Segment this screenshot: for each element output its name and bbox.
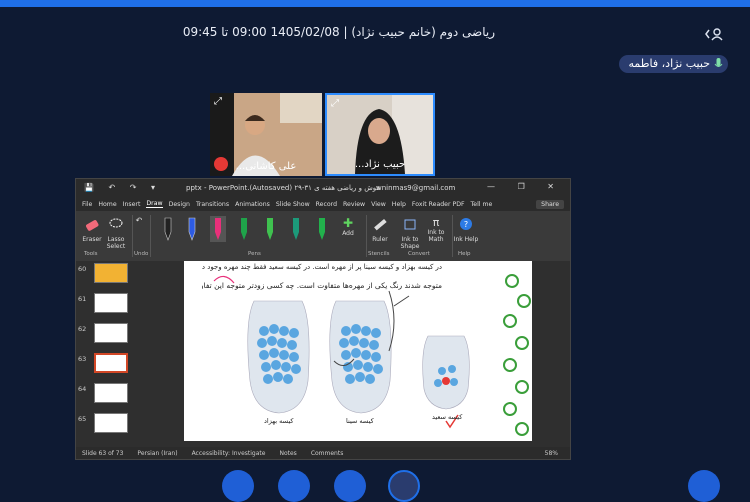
toolbar-button[interactable] (278, 470, 310, 502)
quick-access-toolbar[interactable]: 💾 ↶ ↷ ▾ (84, 183, 161, 192)
thumb-number: 65 (78, 415, 87, 423)
lasso-tool[interactable]: Lasso Select (102, 216, 130, 250)
toolbar-button[interactable] (334, 470, 366, 502)
participant-tile-active[interactable]: ⤢ حبیب نژاد... (325, 93, 435, 176)
pen-red-selected[interactable] (210, 216, 226, 242)
pen-green-2[interactable] (314, 216, 330, 242)
menu-foxit[interactable]: Foxit Reader PDF (412, 201, 465, 208)
slide-canvas[interactable]: در کیسه بهزاد و کیسه سینا پر از مهره است… (184, 261, 532, 441)
group-label-undo: Undo (134, 251, 149, 257)
thumb-number: 60 (78, 265, 87, 273)
share-button[interactable]: Share (536, 199, 564, 209)
window-controls[interactable]: — ❐ ✕ (487, 182, 564, 191)
pen-lime[interactable] (262, 216, 278, 242)
slide-illustration (184, 261, 531, 441)
ink-help-tool[interactable]: ? Ink Help (452, 216, 480, 243)
language-indicator[interactable]: Persian (Iran) (137, 450, 177, 457)
participant-tile[interactable]: ⤢ علی کاشانی... (210, 93, 322, 176)
toolbar-button[interactable] (222, 470, 254, 502)
undo-icon[interactable]: ↶ (132, 216, 146, 225)
ppt-statusbar: Slide 63 of 73 Persian (Iran) Accessibil… (76, 447, 570, 459)
menu-view[interactable]: View (371, 201, 386, 208)
slide-thumbnail[interactable] (94, 263, 128, 283)
menu-slideshow[interactable]: Slide Show (276, 201, 310, 208)
expand-icon[interactable]: ⤢ (331, 98, 339, 109)
slide-thumbnails: 60 61 62 63 64 65 (76, 261, 136, 448)
expand-icon[interactable]: ⤢ (214, 96, 222, 107)
menu-draw[interactable]: Draw (146, 200, 163, 208)
session-header: ریاضی دوم (خانم حبیب نژاد) | 1405/02/08 … (0, 7, 750, 47)
divider (150, 215, 151, 257)
notes-button[interactable]: Notes (279, 450, 296, 457)
ink-to-math-tool[interactable]: π Ink to Math (422, 216, 450, 243)
group-label-stencils: Stencils (368, 251, 390, 257)
menu-home[interactable]: Home (98, 201, 116, 208)
ppt-menubar: File Home Insert Draw Design Transitions… (76, 197, 570, 211)
menu-help[interactable]: Help (392, 201, 406, 208)
pen-black[interactable] (160, 216, 176, 242)
menu-insert[interactable]: Insert (123, 201, 141, 208)
lasso-icon (109, 218, 123, 228)
accessibility-status[interactable]: Accessibility: Investigate (192, 450, 266, 457)
menu-record[interactable]: Record (316, 201, 337, 208)
menu-review[interactable]: Review (343, 201, 365, 208)
bag-label: کیسه سینا (346, 417, 374, 425)
active-speaker-pill[interactable]: حبیب نژاد، فاطمه (618, 55, 728, 73)
comments-button[interactable]: Comments (311, 450, 344, 457)
help-icon: ? (460, 218, 472, 230)
menu-file[interactable]: File (82, 201, 92, 208)
draw-ribbon: Eraser Lasso Select ↶ ✚ Add Ruler Ink to… (76, 211, 570, 261)
bag-label: کیسه بهزاد (264, 417, 294, 425)
vertical-scrollbar[interactable] (560, 261, 570, 441)
toolbar-button-active[interactable] (388, 470, 420, 502)
top-accent-bar (0, 0, 750, 7)
group-label-convert: Convert (408, 251, 430, 257)
thumb-number: 63 (78, 355, 87, 363)
group-label-tools: Tools (84, 251, 98, 257)
group-label-pens: Pens (248, 251, 261, 257)
ruler-tool[interactable]: Ruler (366, 216, 394, 243)
slide-thumbnail[interactable] (94, 323, 128, 343)
menu-animations[interactable]: Animations (235, 201, 270, 208)
ppt-window-title: هوش و ریاضی هفته ی ۳۱-۲۹ (Autosaved).ppt… (186, 184, 381, 192)
ppt-user-email: wninmas9@gmail.com (376, 184, 456, 192)
thumb-number: 64 (78, 385, 87, 393)
ruler-icon (374, 218, 387, 231)
speaker-name: حبیب نژاد، فاطمه (628, 57, 711, 70)
group-label-help: Help (458, 251, 471, 257)
mic-icon (714, 58, 723, 67)
ppt-titlebar: 💾 ↶ ↷ ▾ هوش و ریاضی هفته ی ۳۱-۲۹ (Autosa… (76, 179, 570, 197)
user-icon[interactable] (700, 24, 728, 44)
pi-icon: π (432, 216, 440, 229)
menu-transitions[interactable]: Transitions (196, 201, 229, 208)
ink-to-shape-tool[interactable]: Ink to Shape (396, 216, 424, 250)
slide-counter: Slide 63 of 73 (82, 449, 124, 457)
slide-thumbnail-selected[interactable] (94, 353, 128, 373)
slide-thumbnail[interactable] (94, 383, 128, 403)
zoom-level[interactable]: 58% (545, 450, 558, 457)
menu-tell-me[interactable]: Tell me (471, 201, 493, 208)
ppt-workspace: 60 61 62 63 64 65 در کیسه بهزاد و کیسه س… (76, 261, 570, 448)
slide-thumbnail[interactable] (94, 413, 128, 433)
participant-name: حبیب نژاد... (354, 159, 406, 170)
add-pen-button[interactable]: ✚ Add (334, 216, 362, 237)
session-title: ریاضی دوم (خانم حبیب نژاد) | 1405/02/08 … (182, 25, 495, 39)
plus-icon: ✚ (342, 216, 354, 230)
shared-screen-powerpoint[interactable]: 💾 ↶ ↷ ▾ هوش و ریاضی هفته ی ۳۱-۲۹ (Autosa… (75, 178, 571, 460)
slide-thumbnail[interactable] (94, 293, 128, 313)
menu-design[interactable]: Design (169, 201, 190, 208)
thumb-number: 62 (78, 325, 87, 333)
shape-icon (404, 219, 416, 230)
pen-blue[interactable] (184, 216, 200, 242)
eraser-icon (86, 220, 99, 231)
bag-label: کیسه سعید (432, 413, 463, 421)
pen-teal[interactable] (288, 216, 304, 242)
thumb-number: 61 (78, 295, 87, 303)
record-icon (214, 157, 228, 171)
toolbar-button[interactable] (688, 470, 720, 502)
svg-text:?: ? (464, 220, 468, 229)
pen-green[interactable] (236, 216, 252, 242)
